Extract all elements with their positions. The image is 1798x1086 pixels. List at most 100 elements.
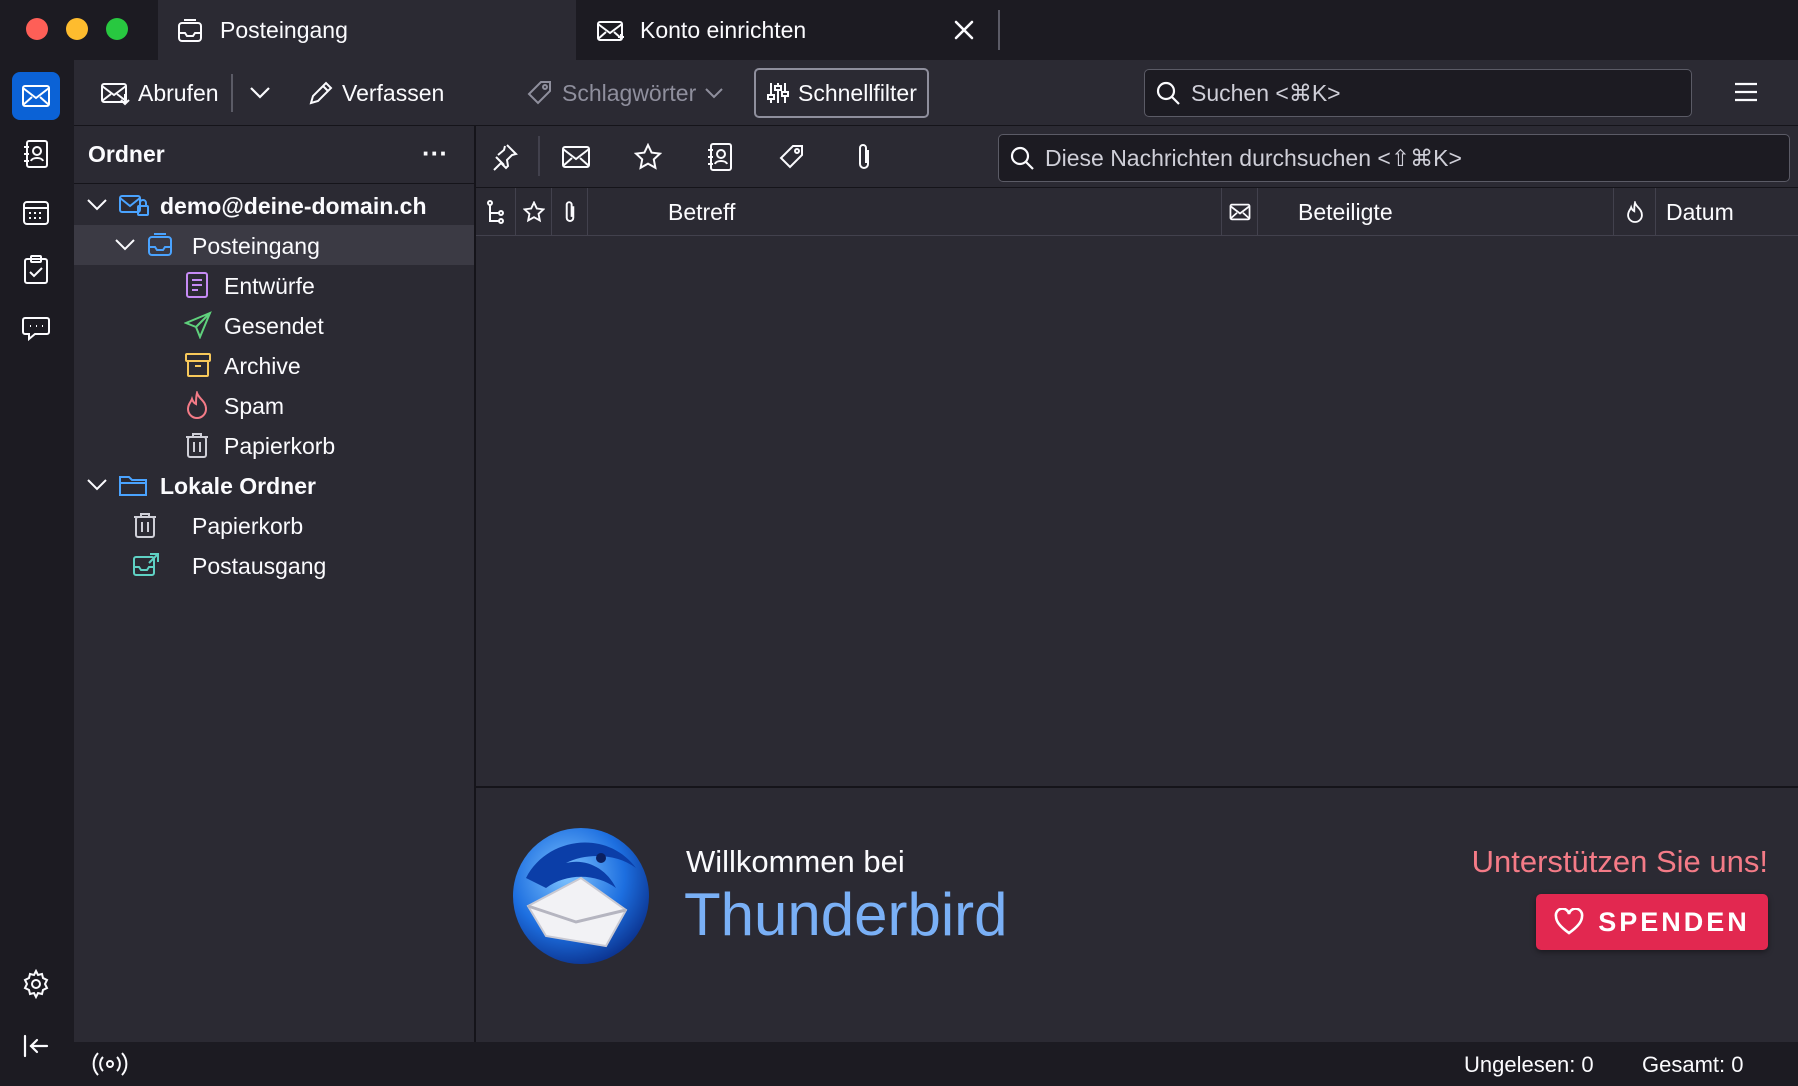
tags-button[interactable]: Schlagwörter: [526, 68, 724, 118]
zoom-window-button[interactable]: [106, 18, 128, 40]
calendar-space-button[interactable]: [12, 188, 60, 236]
brand-title: Thunderbird: [684, 881, 1008, 948]
column-subject-label: Betreff: [668, 198, 736, 225]
chevron-down-icon[interactable]: [112, 232, 138, 258]
starred-filter-button[interactable]: [630, 139, 666, 175]
chevron-down-icon[interactable]: [84, 472, 110, 498]
tab-account-setup[interactable]: Konto einrichten: [576, 0, 996, 60]
quick-filter-label: Schnellfilter: [798, 79, 917, 106]
contact-filter-button[interactable]: [702, 139, 738, 175]
search-icon: [1009, 145, 1035, 171]
online-status-icon[interactable]: [92, 1050, 128, 1078]
folder-pane-menu-button[interactable]: ···: [422, 138, 448, 169]
chevron-down-icon[interactable]: [84, 192, 110, 218]
message-search-input[interactable]: [1045, 144, 1789, 172]
column-correspondents[interactable]: Beteiligte: [1258, 188, 1614, 236]
donate-label: SPENDEN: [1598, 906, 1750, 937]
unread-filter-button[interactable]: [558, 139, 594, 175]
support-text: Unterstützen Sie uns!: [1471, 844, 1768, 879]
settings-button[interactable]: [12, 960, 60, 1008]
junk-status-icon: [1625, 201, 1645, 223]
folder-label: Archive: [224, 353, 301, 379]
folder-pane-title: Ordner: [88, 141, 165, 167]
total-count: Gesamt: 0: [1642, 1052, 1744, 1077]
folder-row-sent[interactable]: Gesendet: [74, 305, 474, 345]
chevron-down-icon: [704, 86, 724, 100]
title-bar: Posteingang Konto einrichten: [0, 0, 1798, 60]
write-label: Verfassen: [342, 79, 445, 106]
attachment-icon: [561, 199, 579, 225]
column-starred[interactable]: [516, 188, 552, 236]
column-date[interactable]: Datum: [1656, 188, 1798, 236]
tab-inbox[interactable]: Posteingang: [158, 0, 576, 60]
collapse-icon: [22, 1033, 50, 1059]
column-junk[interactable]: [1614, 188, 1656, 236]
folder-label: Posteingang: [192, 233, 320, 259]
folder-label: Lokale Ordner: [160, 473, 316, 499]
spam-icon: [184, 391, 212, 419]
get-messages-label: Abrufen: [138, 79, 219, 106]
mail-icon: [21, 83, 51, 109]
unread-icon: [1229, 202, 1251, 222]
chat-icon: [21, 314, 51, 342]
write-button[interactable]: Verfassen: [308, 68, 444, 118]
folder-row-trash[interactable]: Papierkorb: [74, 425, 474, 465]
folder-row-local-trash[interactable]: Papierkorb: [74, 505, 474, 545]
pencil-icon: [308, 80, 334, 106]
folder-label: Entwürfe: [224, 273, 315, 299]
thread-tree-body[interactable]: [476, 236, 1798, 786]
folder-row-outbox[interactable]: Postausgang: [74, 545, 474, 585]
sticky-filter-button[interactable]: [486, 139, 522, 175]
close-tab-icon[interactable]: [952, 18, 976, 42]
message-search-box[interactable]: [998, 134, 1790, 182]
global-search-input[interactable]: [1191, 79, 1691, 107]
quick-filter-button[interactable]: Schnellfilter: [754, 68, 929, 118]
folder-row-local-folders[interactable]: Lokale Ordner: [74, 465, 474, 505]
toolbar-separator: [231, 74, 233, 112]
folder-row-inbox[interactable]: Posteingang: [74, 225, 474, 265]
mail-space-button[interactable]: [12, 72, 60, 120]
heart-icon: [1554, 908, 1584, 936]
filter-sliders-icon: [766, 81, 790, 105]
status-bar: Ungelesen: 0 Gesamt: 0: [74, 1042, 1798, 1086]
account-icon: [118, 191, 149, 219]
donate-button[interactable]: SPENDEN: [1536, 894, 1768, 950]
column-correspondents-label: Beteiligte: [1298, 198, 1393, 225]
sent-icon: [184, 311, 212, 339]
tag-icon: [526, 79, 554, 107]
attachment-icon: [853, 142, 875, 172]
column-subject[interactable]: Betreff: [588, 188, 1222, 236]
get-messages-icon: [100, 80, 130, 106]
folder-row-spam[interactable]: Spam: [74, 385, 474, 425]
column-attachment[interactable]: [552, 188, 588, 236]
app-menu-button[interactable]: [1728, 74, 1764, 110]
thread-tree-header: Betreff Beteiligte Datum: [476, 188, 1798, 236]
column-unread[interactable]: [1222, 188, 1258, 236]
global-search-box[interactable]: [1144, 69, 1692, 117]
address-book-space-button[interactable]: [12, 130, 60, 178]
tag-icon: [778, 143, 806, 171]
close-window-button[interactable]: [26, 18, 48, 40]
tasks-space-button[interactable]: [12, 246, 60, 294]
chat-space-button[interactable]: [12, 304, 60, 352]
minimize-window-button[interactable]: [66, 18, 88, 40]
folder-label: Postausgang: [192, 553, 327, 579]
tag-filter-button[interactable]: [774, 139, 810, 175]
folder-row-drafts[interactable]: Entwürfe: [74, 265, 474, 305]
folder-label: Spam: [224, 393, 285, 419]
folder-label: Gesendet: [224, 313, 324, 339]
thread-icon: [485, 199, 507, 225]
tasks-icon: [23, 255, 49, 285]
column-threads[interactable]: [476, 188, 516, 236]
hamburger-menu-icon: [1728, 74, 1764, 110]
attachment-filter-button[interactable]: [846, 139, 882, 175]
search-icon: [1155, 80, 1181, 106]
folder-row-archive[interactable]: Archive: [74, 345, 474, 385]
archive-icon: [184, 351, 212, 379]
star-icon: [522, 201, 545, 223]
collapse-spaces-button[interactable]: [12, 1022, 60, 1070]
get-messages-dropdown[interactable]: [242, 68, 278, 118]
thunderbird-logo: [506, 818, 656, 968]
get-messages-button[interactable]: Abrufen: [100, 68, 219, 118]
folder-row-account[interactable]: demo@deine-domain.ch: [74, 185, 474, 225]
